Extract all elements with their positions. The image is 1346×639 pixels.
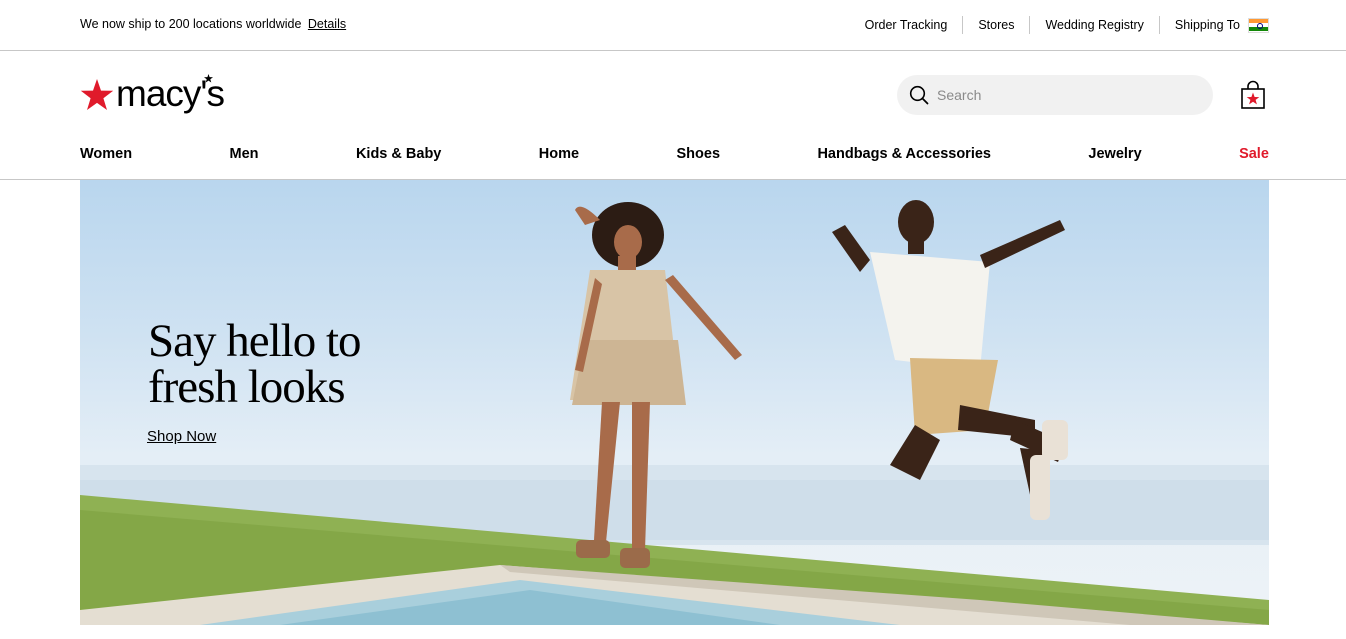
wedding-registry-link[interactable]: Wedding Registry [1030,18,1158,32]
shipping-to-selector[interactable]: Shipping To [1160,17,1269,33]
nav-item-kids-baby[interactable]: Kids & Baby [356,146,441,162]
hero-banner[interactable]: Say hello to fresh looks Shop Now [80,180,1269,625]
shipping-to-label: Shipping To [1174,18,1240,32]
nav-item-home[interactable]: Home [539,146,579,162]
nav-item-jewelry[interactable]: Jewelry [1088,146,1141,162]
search-icon [909,85,929,105]
nav-item-sale[interactable]: Sale [1239,146,1269,162]
shop-now-link[interactable]: Shop Now [147,428,216,445]
india-flag-icon [1248,17,1269,33]
nav-item-handbags-accessories[interactable]: Handbags & Accessories [817,146,991,162]
details-link[interactable]: Details [308,17,346,31]
shipping-message: We now ship to 200 locations worldwide D… [80,17,346,31]
main-nav: Women Men Kids & Baby Home Shoes Handbag… [80,141,1269,167]
hero-title: Say hello to fresh looks [148,315,448,413]
utility-bar: We now ship to 200 locations worldwide D… [0,0,1346,51]
search-bar[interactable] [897,75,1213,115]
macys-logo[interactable]: macy's [80,72,225,118]
order-tracking-link[interactable]: Order Tracking [850,18,963,32]
shipping-message-text: We now ship to 200 locations worldwide [80,17,302,31]
hero-title-line-1: Say hello to [148,315,362,367]
search-input[interactable] [937,87,1187,103]
utility-links: Order Tracking Stores Wedding Registry S… [850,16,1269,34]
small-star-icon [204,74,213,83]
nav-item-men[interactable]: Men [230,146,259,162]
stores-link[interactable]: Stores [963,18,1029,32]
red-star-icon [80,79,114,110]
hero-title-line-2: fresh looks [148,361,346,413]
nav-item-women[interactable]: Women [80,146,132,162]
nav-item-shoes[interactable]: Shoes [677,146,721,162]
shopping-bag-icon[interactable] [1240,80,1266,110]
